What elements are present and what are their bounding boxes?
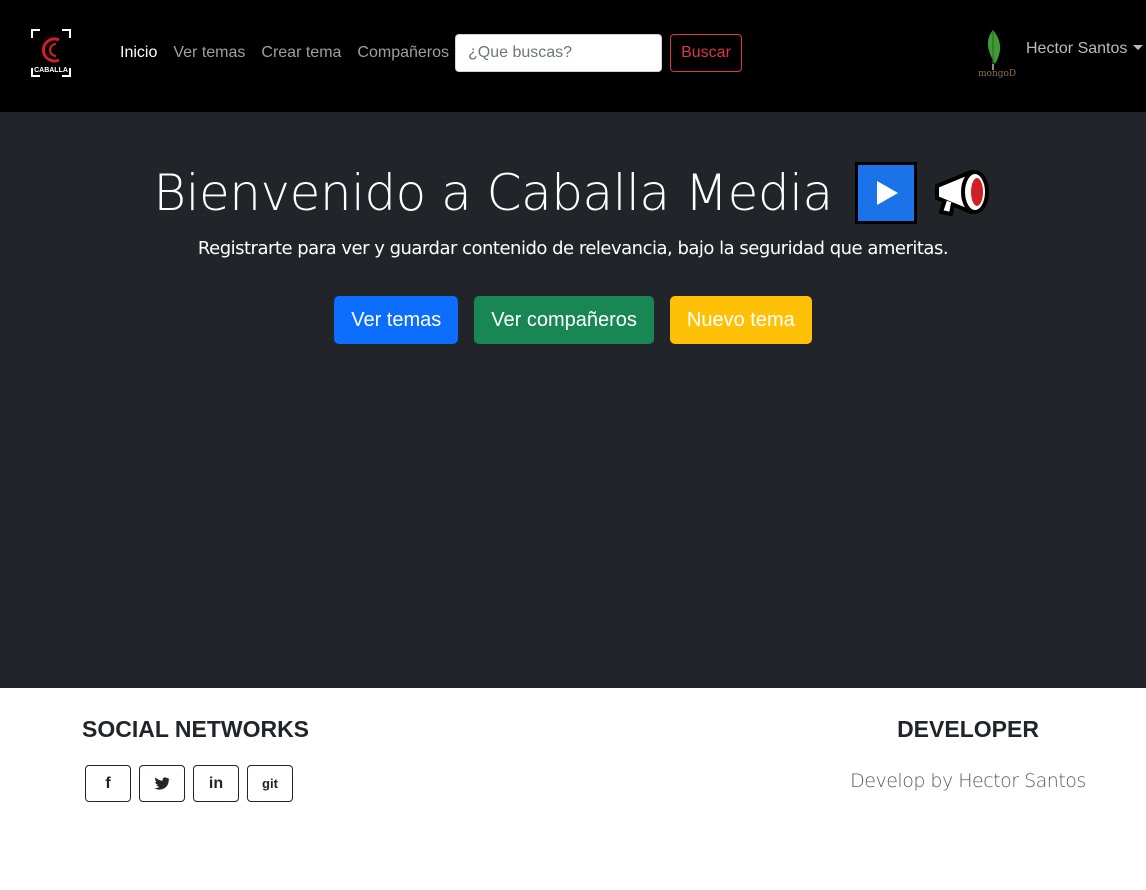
nav-link-ver-temas[interactable]: Ver temas (173, 44, 245, 62)
main-nav: Inicio Ver temas Crear tema Compañeros (120, 44, 449, 62)
linkedin-icon: in (208, 774, 224, 792)
megaphone-icon (934, 170, 989, 217)
social-networks-heading: SOCIAL NETWORKS (82, 716, 310, 742)
linkedin-button[interactable]: in (193, 765, 239, 802)
developer-credit: Develop by Hector Santos (850, 770, 1086, 792)
git-icon: git (262, 776, 278, 791)
twitter-button[interactable] (139, 765, 185, 802)
facebook-button[interactable]: f (85, 765, 131, 802)
search-input[interactable] (455, 34, 662, 72)
footer: SOCIAL NETWORKS f in git DEVELOPER Devel… (0, 688, 1146, 890)
play-button-icon (854, 162, 917, 224)
ver-temas-button[interactable]: Ver temas (334, 296, 459, 344)
caret-down-icon (1133, 45, 1144, 50)
twitter-icon (154, 776, 170, 790)
hero-section: Bienvenido a Caballa Media Registrarte p… (0, 112, 1146, 688)
svg-text:CABALLA: CABALLA (34, 67, 68, 74)
caballa-logo[interactable]: CABALLA (30, 28, 72, 78)
nav-link-inicio[interactable]: Inicio (120, 44, 157, 62)
svg-text:mongoDB: mongoDB (978, 69, 1016, 79)
search-button[interactable]: Buscar (670, 34, 742, 72)
hero-buttons: Ver temas Ver compañeros Nuevo tema (0, 296, 1146, 344)
hero-title-row: Bienvenido a Caballa Media (0, 162, 1146, 224)
mongodb-leaf-icon: mongoDB (978, 30, 1016, 79)
nuevo-tema-button[interactable]: Nuevo tema (669, 296, 812, 344)
ver-companeros-button[interactable]: Ver compañeros (474, 296, 654, 344)
user-dropdown[interactable]: Hector Santos (1026, 40, 1144, 58)
hero-title: Bienvenido a Caballa Media (153, 164, 833, 222)
hero-subtitle: Registrarte para ver y guardar contenido… (197, 238, 949, 259)
nav-link-companeros[interactable]: Compañeros (357, 44, 449, 62)
social-buttons: f in git (85, 765, 293, 802)
facebook-icon: f (105, 774, 111, 792)
user-name: Hector Santos (1026, 40, 1128, 57)
navbar: CABALLA Inicio Ver temas Crear tema Comp… (0, 0, 1146, 112)
nav-link-crear-tema[interactable]: Crear tema (261, 44, 341, 62)
developer-heading: DEVELOPER (897, 716, 1039, 742)
git-button[interactable]: git (247, 765, 293, 802)
